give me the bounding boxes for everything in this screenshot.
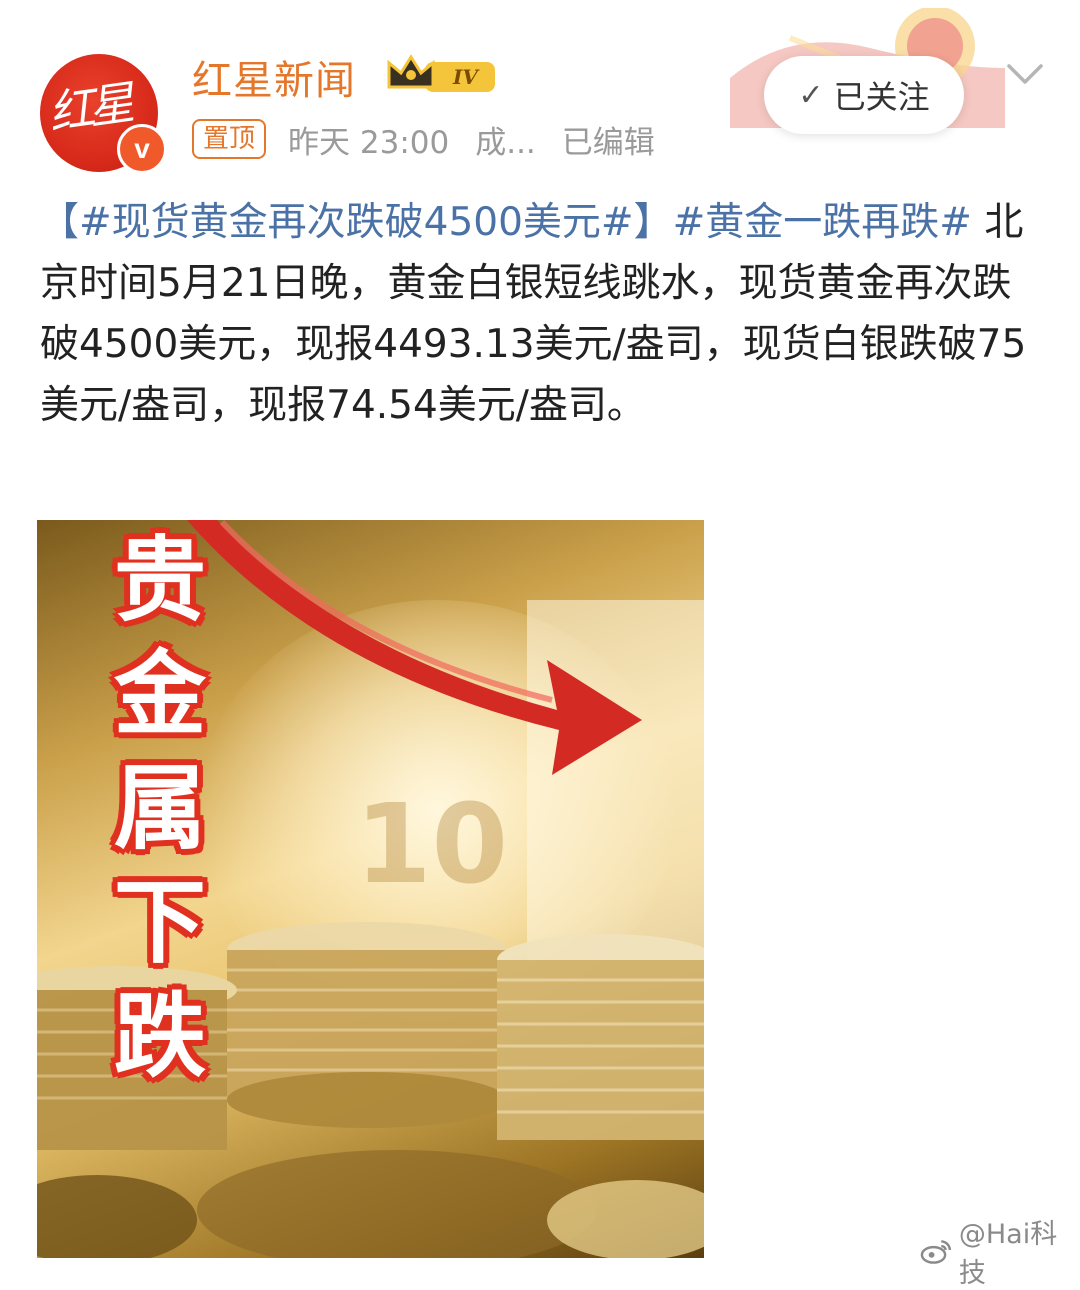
chevron-down-icon[interactable] <box>1005 60 1045 90</box>
post-meta: 置顶 昨天 23:00 成... 已编辑 <box>192 118 655 161</box>
image-overlay-title: 贵金属下跌 <box>113 527 206 1090</box>
watermark: @Hai科技 <box>920 1212 1080 1290</box>
avatar-logo-text: 红星 <box>45 75 132 141</box>
watermark-text: @Hai科技 <box>958 1219 1058 1289</box>
hashtag-gold-break[interactable]: 【#现货黄金再次跌破4500美元#】 <box>40 200 673 245</box>
hashtag-gold-falling[interactable]: #黄金一跌再跌# <box>673 200 972 245</box>
follow-label: 已关注 <box>833 78 930 116</box>
edited-label: 已编辑 <box>561 124 655 161</box>
account-name[interactable]: 红星新闻 <box>192 48 356 106</box>
post-text: 【#现货黄金再次跌破4500美元#】#黄金一跌再跌# 北京时间5月21日晚，黄金… <box>40 192 1050 436</box>
post-header: 红星 v 红星新闻 IV 置顶 昨天 23:00 成... 已编辑 ✓ 已关注 <box>0 0 1080 180</box>
pinned-badge: 置顶 <box>192 119 267 159</box>
post-image[interactable]: 10 贵金属下跌 <box>37 520 704 1258</box>
follow-button[interactable]: ✓ 已关注 <box>764 56 964 134</box>
post-location: 成... <box>475 124 536 161</box>
level-text: IV <box>452 65 480 89</box>
weibo-logo-icon <box>920 1240 952 1264</box>
post-time: 昨天 23:00 <box>288 124 450 161</box>
member-level-badge-icon: IV <box>387 54 495 92</box>
verified-badge-icon: v <box>117 124 167 174</box>
check-icon: ✓ <box>798 77 824 113</box>
